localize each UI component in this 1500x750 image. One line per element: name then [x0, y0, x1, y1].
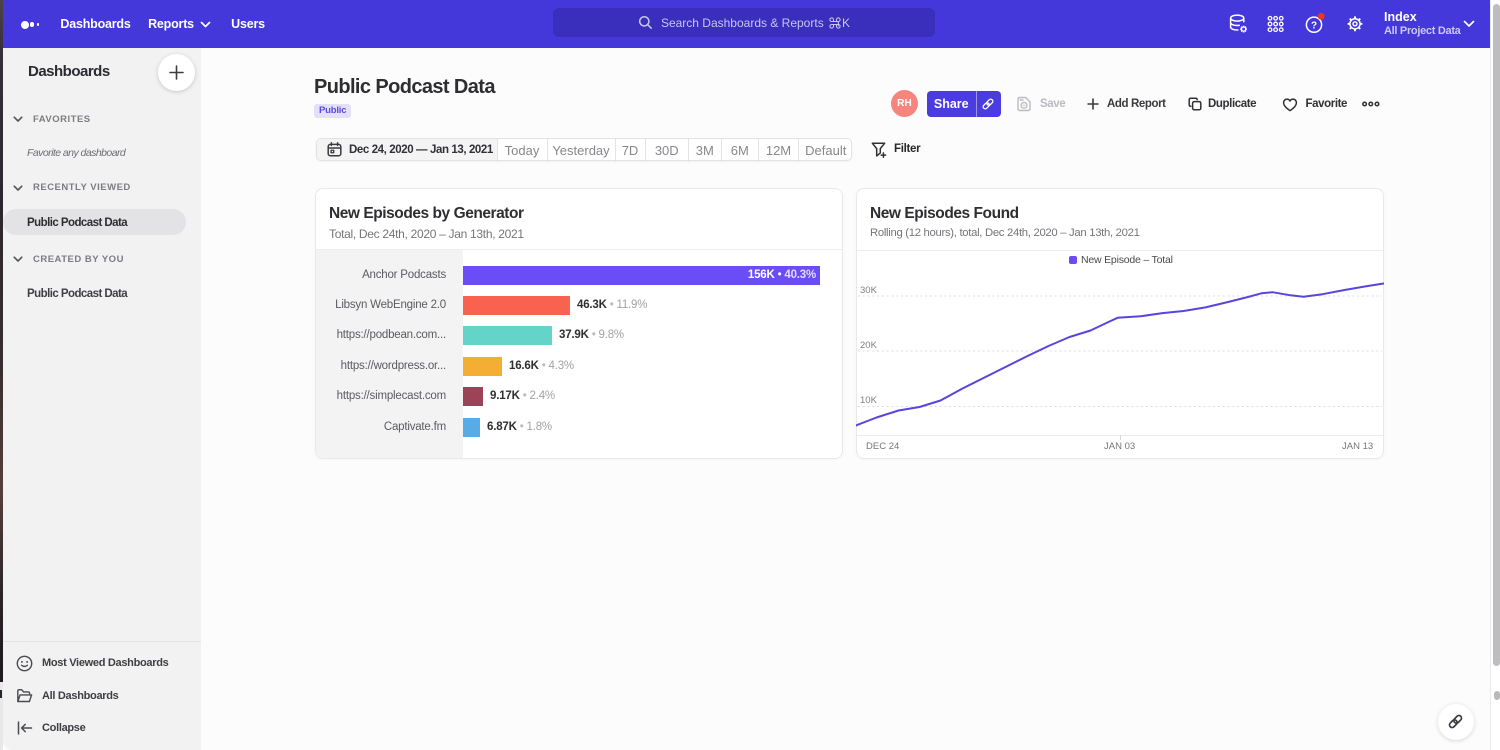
svg-text:?: ? — [1311, 20, 1317, 31]
